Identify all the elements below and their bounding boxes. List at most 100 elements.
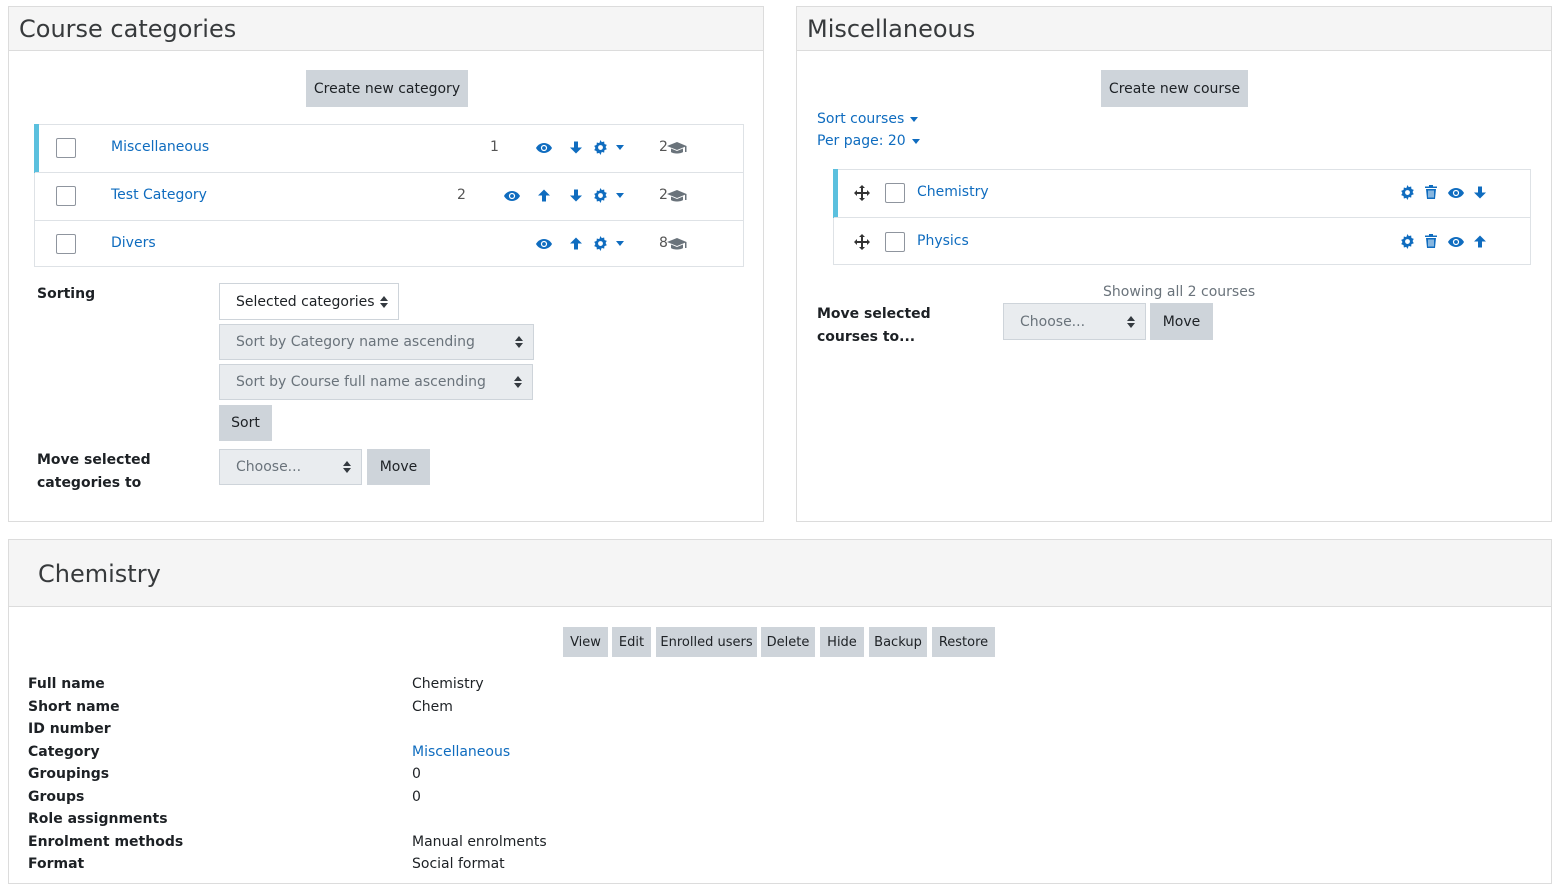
short-name-value: Chem xyxy=(412,699,453,715)
category-link[interactable]: Miscellaneous xyxy=(111,139,209,155)
select-arrows-icon xyxy=(514,376,522,388)
graduation-cap-icon xyxy=(667,141,687,155)
full-name-value: Chemistry xyxy=(412,676,484,692)
course-row-physics[interactable]: Physics xyxy=(834,217,1530,265)
groups-label: Groups xyxy=(28,789,85,805)
eye-icon[interactable] xyxy=(504,190,520,202)
course-detail-panel: Chemistry View Edit Enrolled users Delet… xyxy=(8,539,1552,884)
course-detail-title: Chemistry xyxy=(38,560,161,588)
gear-icon[interactable] xyxy=(593,236,608,251)
move-courses-select[interactable]: Choose... xyxy=(1003,303,1146,340)
sort-scope-value: Selected categories xyxy=(236,293,375,310)
arrow-up-icon[interactable] xyxy=(537,188,551,203)
full-name-label: Full name xyxy=(28,676,105,692)
showing-courses-text: Showing all 2 courses xyxy=(1103,284,1256,300)
graduation-cap-icon xyxy=(667,237,687,251)
gear-icon[interactable] xyxy=(593,140,608,155)
delete-button[interactable]: Delete xyxy=(761,627,815,657)
format-value: Social format xyxy=(412,856,505,872)
move-handle-icon[interactable] xyxy=(854,234,870,250)
hide-button[interactable]: Hide xyxy=(820,627,864,657)
move-categories-value: Choose... xyxy=(236,459,302,475)
backup-button[interactable]: Backup xyxy=(869,627,927,657)
selected-row-indicator xyxy=(34,124,39,173)
sort-button[interactable]: Sort xyxy=(219,405,272,441)
category-courses-header: Miscellaneous xyxy=(797,7,1551,51)
move-categories-label-line2: categories to xyxy=(37,475,142,491)
course-categories-header: Course categories xyxy=(9,7,763,51)
groups-value: 0 xyxy=(412,789,421,805)
view-button[interactable]: View xyxy=(563,627,608,657)
create-new-course-button[interactable]: Create new course xyxy=(1101,70,1248,107)
arrow-up-icon[interactable] xyxy=(569,236,583,251)
trash-icon[interactable] xyxy=(1425,234,1437,248)
trash-icon[interactable] xyxy=(1425,185,1437,199)
move-handle-icon[interactable] xyxy=(854,185,870,201)
gear-icon[interactable] xyxy=(593,188,608,203)
enrolment-methods-label: Enrolment methods xyxy=(28,834,184,850)
course-detail-header: Chemistry xyxy=(9,540,1551,607)
category-value-link[interactable]: Miscellaneous xyxy=(412,741,510,764)
category-checkbox[interactable] xyxy=(56,138,76,158)
sort-course-select[interactable]: Sort by Course full name ascending xyxy=(219,364,533,400)
gear-icon[interactable] xyxy=(1400,234,1415,249)
role-assignments-label: Role assignments xyxy=(28,811,168,827)
edit-button[interactable]: Edit xyxy=(612,627,651,657)
selected-row-indicator xyxy=(833,169,838,218)
arrow-up-icon[interactable] xyxy=(1473,234,1487,249)
course-link[interactable]: Physics xyxy=(917,233,969,249)
category-row-divers[interactable]: Divers 8 xyxy=(35,220,743,267)
eye-icon[interactable] xyxy=(1448,236,1464,248)
move-categories-label-line1: Move selected xyxy=(37,452,151,468)
category-row-miscellaneous[interactable]: Miscellaneous 1 2 xyxy=(34,124,743,173)
chevron-down-icon[interactable] xyxy=(616,241,624,246)
move-categories-button[interactable]: Move xyxy=(367,449,430,485)
per-page-label: Per page: 20 xyxy=(817,133,906,149)
category-sortorder: 1 xyxy=(490,139,499,155)
category-row-test-category[interactable]: Test Category 2 2 xyxy=(35,172,743,220)
sort-scope-select[interactable]: Selected categories xyxy=(219,283,399,320)
select-arrows-icon xyxy=(515,336,523,348)
enrolled-users-button[interactable]: Enrolled users xyxy=(656,627,757,657)
course-checkbox[interactable] xyxy=(885,232,905,252)
short-name-label: Short name xyxy=(28,699,120,715)
format-label: Format xyxy=(28,856,85,872)
sort-category-select[interactable]: Sort by Category name ascending xyxy=(219,324,534,360)
groupings-label: Groupings xyxy=(28,766,110,782)
chevron-down-icon[interactable] xyxy=(616,193,624,198)
move-courses-label-line2: courses to... xyxy=(817,329,916,345)
course-checkbox[interactable] xyxy=(885,183,905,203)
enrolment-methods-value: Manual enrolments xyxy=(412,834,547,850)
sort-courses-link[interactable]: Sort courses xyxy=(817,111,919,127)
move-categories-select[interactable]: Choose... xyxy=(219,449,362,485)
select-arrows-icon xyxy=(343,461,351,473)
create-new-category-button[interactable]: Create new category xyxy=(306,70,468,107)
chevron-down-icon[interactable] xyxy=(616,145,624,150)
chevron-down-icon xyxy=(910,116,919,122)
category-checkbox[interactable] xyxy=(56,234,76,254)
arrow-down-icon[interactable] xyxy=(1473,185,1487,200)
course-row-chemistry[interactable]: Chemistry xyxy=(833,169,1530,218)
category-label: Category xyxy=(28,744,100,760)
category-courses-panel: Miscellaneous Create new course Sort cou… xyxy=(796,6,1552,522)
eye-icon[interactable] xyxy=(536,238,552,250)
eye-icon[interactable] xyxy=(536,142,552,154)
category-link[interactable]: Test Category xyxy=(111,187,207,203)
gear-icon[interactable] xyxy=(1400,185,1415,200)
restore-button[interactable]: Restore xyxy=(932,627,995,657)
category-sortorder: 2 xyxy=(457,187,466,203)
category-list: Miscellaneous 1 2 Test Category 2 2 Dive… xyxy=(34,124,744,267)
id-number-label: ID number xyxy=(28,721,111,737)
groupings-value: 0 xyxy=(412,766,421,782)
graduation-cap-icon xyxy=(667,189,687,203)
per-page-link[interactable]: Per page: 20 xyxy=(817,133,920,149)
arrow-down-icon[interactable] xyxy=(569,188,583,203)
move-courses-button[interactable]: Move xyxy=(1150,303,1213,340)
category-link[interactable]: Divers xyxy=(111,235,156,251)
category-checkbox[interactable] xyxy=(56,186,76,206)
move-courses-value: Choose... xyxy=(1020,313,1086,330)
arrow-down-icon[interactable] xyxy=(569,140,583,155)
eye-icon[interactable] xyxy=(1448,187,1464,199)
category-courses-title: Miscellaneous xyxy=(807,15,976,43)
course-link[interactable]: Chemistry xyxy=(917,184,989,200)
